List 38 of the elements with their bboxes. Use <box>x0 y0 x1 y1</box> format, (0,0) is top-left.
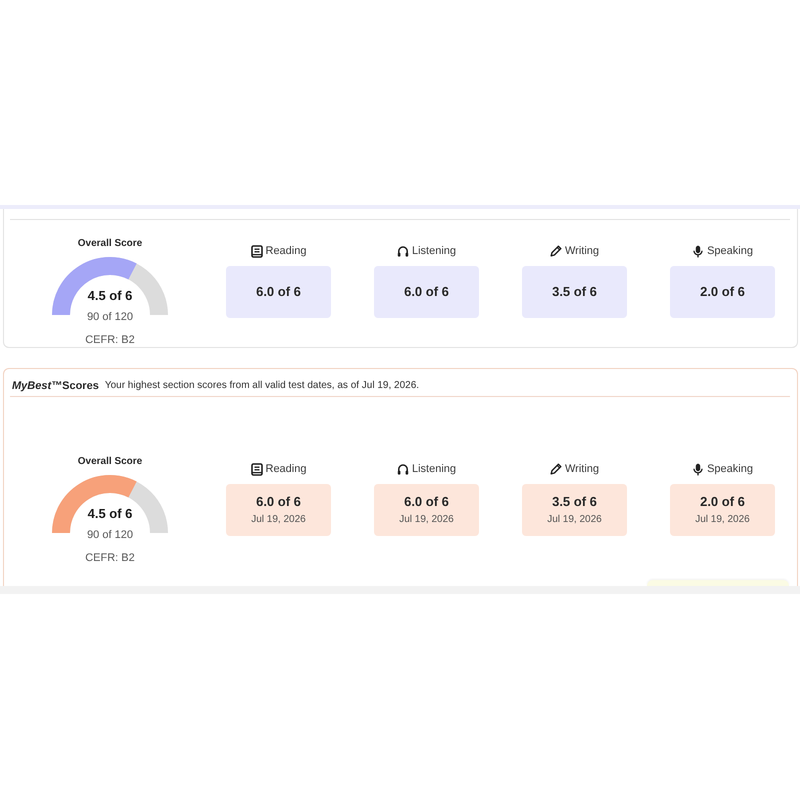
section-score: 2.0 of 6 <box>700 494 745 510</box>
overall-score-label: Overall Score <box>78 455 142 469</box>
book-icon <box>250 462 262 476</box>
overall-score-label: Overall Score <box>78 237 142 251</box>
section-score: 6.0 of 6 <box>404 494 449 510</box>
headphones-icon <box>396 463 409 475</box>
section-score: 2.0 of 6 <box>700 284 745 300</box>
cefr-level: CEFR: B2 <box>85 551 135 565</box>
section-score: 3.5 of 6 <box>552 494 597 510</box>
overall-points: 90 of 120 <box>87 310 133 324</box>
section-score: 6.0 of 6 <box>256 494 301 510</box>
headphones-icon <box>396 245 409 257</box>
overall-score: 4.5 of 6 <box>88 287 132 305</box>
section-name: Speaking <box>707 462 753 476</box>
section-score: 3.5 of 6 <box>552 284 597 300</box>
microphone-icon <box>692 462 704 476</box>
section-name: Reading <box>266 244 306 258</box>
score-date: Jul 19, 2026 <box>251 513 306 526</box>
pencil-icon <box>550 245 562 257</box>
overall-score: 4.5 of 6 <box>88 505 132 523</box>
section-name: Writing <box>564 244 600 258</box>
score-date: Jul 19, 2026 <box>547 513 602 526</box>
section-title: MyBest™Scores <box>12 379 99 393</box>
section-name: Speaking <box>707 244 753 258</box>
section-score: 6.0 of 6 <box>404 284 449 300</box>
microphone-icon <box>692 244 704 258</box>
score-date: Jul 19, 2026 <box>399 513 454 526</box>
cefr-level: CEFR: B2 <box>85 333 135 347</box>
section-score: 6.0 of 6 <box>256 284 301 300</box>
overall-points: 90 of 120 <box>87 528 133 542</box>
section-name: Listening <box>412 244 456 258</box>
section-name: Listening <box>412 462 456 476</box>
section-description: Your highest section scores from all valid test dates, as of Jul 19, 2026. <box>104 379 420 393</box>
book-icon <box>250 244 262 258</box>
pencil-icon <box>550 463 562 475</box>
section-name: Reading <box>266 462 306 476</box>
score-date: Jul 19, 2026 <box>695 513 750 526</box>
section-name: Writing <box>564 462 600 476</box>
